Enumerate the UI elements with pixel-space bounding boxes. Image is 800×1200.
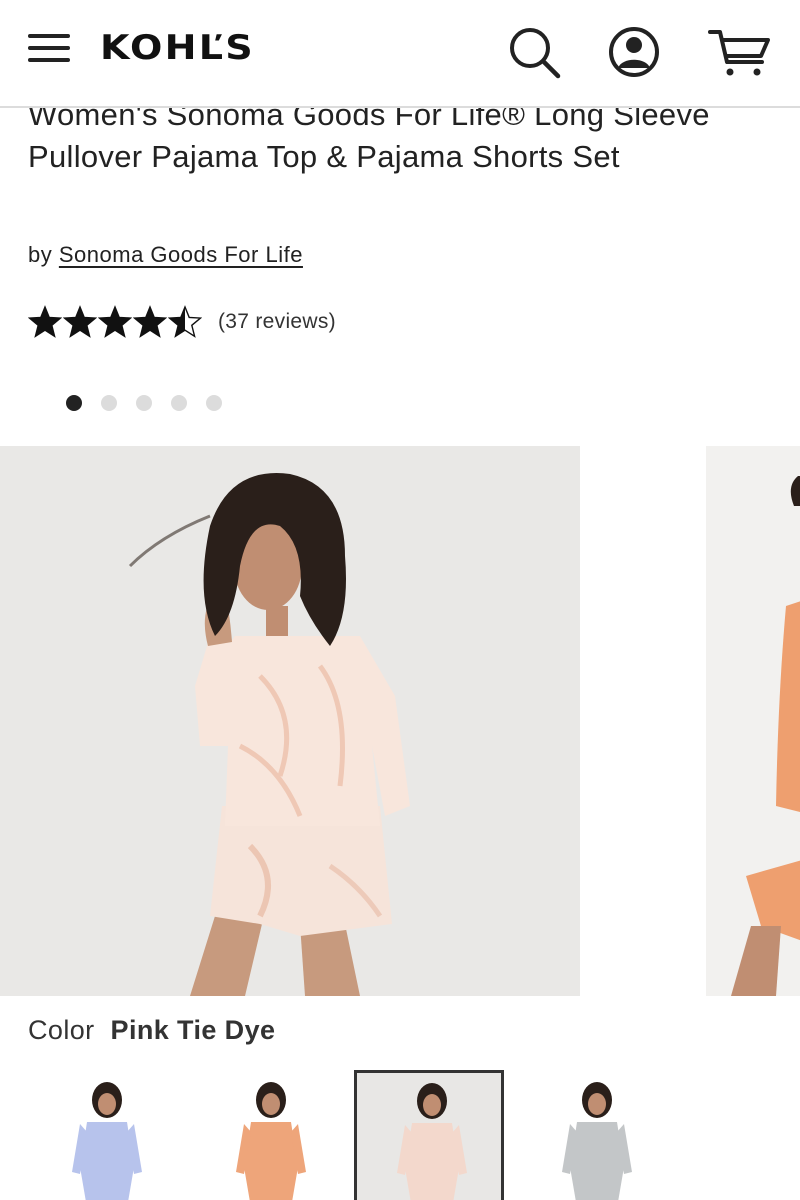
menu-icon[interactable] <box>28 32 72 64</box>
carousel-dot[interactable] <box>136 395 152 411</box>
color-swatch[interactable] <box>522 1072 672 1200</box>
brand-prefix: by <box>28 242 53 267</box>
color-selected-value: Pink Tie Dye <box>110 1015 276 1045</box>
rating-stars <box>28 305 202 339</box>
brand-line: by Sonoma Goods For Life <box>28 242 303 268</box>
carousel-dots <box>66 395 222 411</box>
carousel-dot[interactable] <box>206 395 222 411</box>
kohls-logo[interactable]: KOHĽS <box>100 28 255 68</box>
brand-link[interactable]: Sonoma Goods For Life <box>59 242 303 267</box>
search-icon[interactable] <box>506 24 562 80</box>
star-half-icon <box>168 305 202 338</box>
carousel-dot[interactable] <box>171 395 187 411</box>
color-swatch[interactable] <box>354 1070 504 1200</box>
cart-icon[interactable] <box>706 24 772 80</box>
color-swatch[interactable] <box>32 1072 182 1200</box>
color-selector-label: Color Pink Tie Dye <box>28 1015 275 1046</box>
product-image-next[interactable] <box>706 446 800 996</box>
site-header: KOHĽS <box>0 0 800 108</box>
carousel-dot[interactable] <box>66 395 82 411</box>
account-icon[interactable] <box>604 24 664 80</box>
star-full-icon <box>133 305 167 338</box>
product-image-carousel[interactable] <box>0 446 800 996</box>
color-label: Color <box>28 1015 95 1045</box>
color-swatch[interactable] <box>196 1072 346 1200</box>
rating-summary[interactable]: (37 reviews) <box>28 304 336 340</box>
carousel-dot[interactable] <box>101 395 117 411</box>
star-full-icon <box>63 305 97 338</box>
color-swatches <box>32 1070 800 1200</box>
product-image-main[interactable] <box>0 446 580 996</box>
review-count[interactable]: (37 reviews) <box>218 310 336 334</box>
star-full-icon <box>98 305 132 338</box>
star-full-icon <box>28 305 62 338</box>
